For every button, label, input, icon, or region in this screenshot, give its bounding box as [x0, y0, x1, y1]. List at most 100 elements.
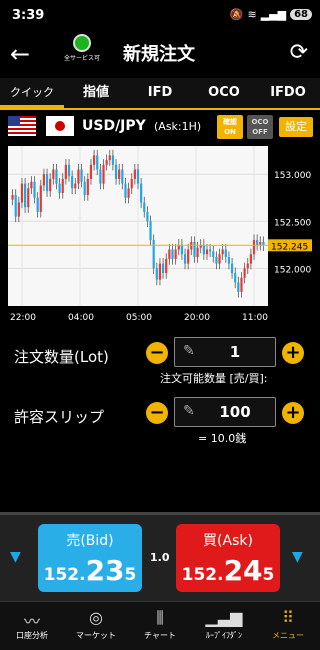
x-tick-label: 20:00 [184, 313, 210, 323]
battery-badge: 68 [290, 9, 312, 20]
candle-body [121, 169, 124, 184]
slippage-plus-button[interactable]: + [282, 402, 304, 424]
slippage-minus-button[interactable]: − [146, 402, 168, 424]
bid-collapse-arrow-icon[interactable]: ▼ [10, 549, 21, 565]
order-type-tabs: クイック 指値 IFD OCO IFDO [0, 78, 320, 110]
x-tick-label: 11:00 [242, 313, 268, 323]
candle-body [155, 268, 158, 280]
buy-ask-button[interactable]: 買(Ask) 152.245 [176, 524, 280, 592]
nav-market[interactable]: ◎ マーケット [64, 602, 128, 650]
us-flag-icon [8, 116, 36, 136]
y-tick-label: 152.000 [274, 265, 311, 275]
candle-body [61, 178, 64, 194]
candle-body [114, 164, 118, 179]
settings-button[interactable]: 設定 [279, 117, 313, 137]
slippage-field[interactable]: ✎ 100 [174, 397, 276, 427]
oco-toggle-state: OFF [252, 128, 268, 136]
bid-price-tail: 5 [124, 565, 137, 585]
candle-body [80, 169, 83, 182]
tab-ifdo[interactable]: IFDO [256, 78, 320, 108]
slippage-pips-note: = 10.0銭 [198, 432, 247, 445]
quantity-label: 注文数量(Lot) [14, 348, 109, 366]
tab-oco[interactable]: OCO [192, 78, 256, 108]
candle-body [77, 169, 80, 184]
candle-body [152, 240, 155, 269]
back-arrow-icon[interactable]: ← [10, 40, 30, 68]
candle-body [99, 169, 102, 184]
candle-body [243, 268, 246, 278]
bid-label: 売(Bid) [66, 533, 114, 549]
service-status-label: 全サービス可 [63, 55, 100, 62]
candle-body [64, 164, 67, 179]
candle-body [237, 282, 240, 292]
candle-body [218, 254, 221, 264]
tab-ifd[interactable]: IFD [128, 78, 192, 108]
service-status: 全サービス可 [60, 34, 104, 62]
candle-body [71, 176, 74, 189]
ask-collapse-arrow-icon[interactable]: ▼ [292, 549, 303, 565]
confirm-toggle[interactable]: 確認 ON [217, 115, 243, 139]
bid-price: 152.235 [38, 554, 142, 587]
candle-body [183, 254, 187, 264]
candle-body [14, 194, 17, 217]
candle-body [212, 251, 215, 258]
nav-menu[interactable]: ⠿ メニュー [256, 602, 320, 650]
candle-body [17, 202, 20, 217]
candle-body [93, 155, 96, 165]
page-title: 新規注文 [123, 44, 195, 65]
candle-body [193, 242, 196, 258]
candle-body [136, 169, 140, 184]
wifi-icon: ≋ [247, 8, 257, 21]
candle-body [259, 242, 262, 245]
candle-body [161, 263, 165, 274]
slippage-label: 許容スリップ [14, 408, 105, 426]
candle-body [221, 249, 224, 255]
nav-label: ﾙｰﾌﾟｲﾌﾀﾞﾝ [206, 631, 242, 640]
currency-pair-name[interactable]: USD/JPY [82, 118, 146, 134]
candle-body [165, 258, 168, 274]
candle-body [52, 169, 55, 179]
candle-body [252, 240, 256, 255]
candle-body [83, 181, 86, 195]
pencil-icon: ✎ [183, 343, 195, 359]
candle-body [105, 160, 108, 165]
tab-quick[interactable]: クイック [0, 78, 64, 108]
price-chart[interactable]: 153.000 152.500 152.000 22:00 04:00 05:00 20:0… [0, 142, 320, 328]
slippage-value: 100 [219, 403, 251, 421]
price-chart-svg: 153.000 152.500 152.000 22:00 04:00 05:00 20:0… [8, 146, 312, 323]
candle-body [209, 249, 212, 252]
x-tick-label: 22:00 [10, 313, 36, 323]
candle-body [187, 249, 190, 264]
signal-icon: ▂▄▆ [260, 8, 287, 21]
service-status-icon [73, 34, 91, 52]
candle-body [111, 155, 115, 165]
oco-toggle[interactable]: OCO OFF [247, 115, 273, 139]
quantity-available-note: 注文可能数量 [売/買]: [160, 372, 268, 385]
candle-body [130, 178, 133, 189]
candle-body [202, 244, 205, 255]
quantity-field[interactable]: ✎ 1 [174, 337, 276, 367]
quantity-plus-button[interactable]: + [282, 342, 304, 364]
chart-timeframe-label: (Ask:1H) [154, 120, 202, 133]
spread-value: 1.0 [150, 551, 170, 564]
candle-body [118, 169, 121, 179]
nav-chart[interactable]: ⫼ チャート [128, 602, 192, 650]
candle-body [143, 202, 146, 212]
bar-chart-icon: ▁▃▆ [205, 608, 243, 627]
candle-body [168, 249, 171, 259]
chart-line-icon: 〰 [23, 612, 40, 631]
refresh-icon[interactable]: ⟳ [290, 40, 308, 65]
nav-account-analysis[interactable]: 〰 口座分析 [0, 602, 64, 650]
ask-label: 買(Ask) [203, 533, 253, 549]
tab-limit[interactable]: 指値 [64, 78, 128, 108]
candle-body [33, 181, 36, 198]
candle-body [124, 183, 127, 198]
quantity-minus-button[interactable]: − [146, 342, 168, 364]
candle-body [45, 174, 49, 192]
nav-loop-ifdone[interactable]: ▁▃▆ ﾙｰﾌﾟｲﾌﾀﾞﾝ [192, 602, 256, 650]
status-icons: 🔕 ≋ ▂▄▆ 68 [230, 8, 312, 21]
sell-bid-button[interactable]: 売(Bid) 152.235 [38, 524, 142, 592]
candle-body [89, 164, 93, 179]
nav-label: 口座分析 [16, 631, 48, 640]
candle-body [133, 169, 136, 179]
